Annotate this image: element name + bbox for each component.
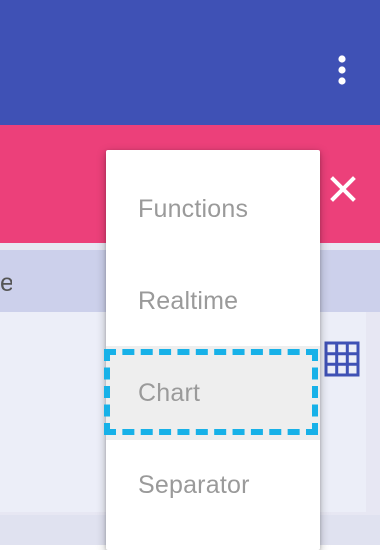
menu-item-chart[interactable]: Chart bbox=[106, 346, 320, 440]
overflow-menu: Functions Realtime Chart Separator bbox=[106, 150, 320, 550]
menu-item-label: Chart bbox=[138, 378, 201, 407]
grid-icon bbox=[324, 341, 360, 377]
menu-item-label: Realtime bbox=[138, 286, 239, 315]
menu-item-functions[interactable]: Functions bbox=[106, 162, 320, 256]
menu-item-label: Separator bbox=[138, 470, 250, 499]
close-button[interactable] bbox=[326, 172, 360, 206]
menu-item-realtime[interactable]: Realtime bbox=[106, 254, 320, 348]
menu-item-separator[interactable]: Separator bbox=[106, 438, 320, 532]
close-icon bbox=[330, 176, 356, 202]
app-bar bbox=[0, 0, 380, 125]
grid-view-button[interactable] bbox=[322, 339, 362, 379]
menu-item-label: Functions bbox=[138, 194, 249, 223]
more-options-button[interactable] bbox=[326, 50, 358, 90]
list-header-text: e bbox=[0, 269, 12, 297]
more-vert-icon bbox=[338, 55, 346, 85]
